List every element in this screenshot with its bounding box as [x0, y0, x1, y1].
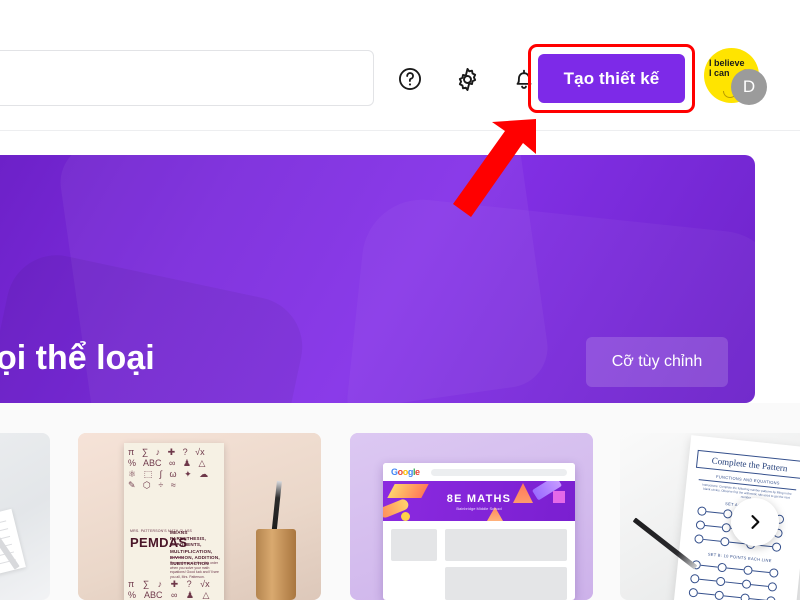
template-card[interactable]	[0, 433, 50, 600]
content-block	[445, 567, 567, 600]
next-arrow-button[interactable]	[731, 498, 779, 546]
pemdas-poster: π ∑ ♪ ✚ ? √x % ABC ∞ ♟ △ ⚛ ⬚ ∫ ω ✦ ☁ ✎ ⬡…	[124, 443, 224, 600]
template-card[interactable]: π ∑ ♪ ✚ ? √x % ABC ∞ ♟ △ ⚛ ⬚ ∫ ω ✦ ☁ ✎ ⬡…	[78, 433, 321, 600]
search-box[interactable]	[0, 50, 374, 106]
poster-doodles-bottom: π ∑ ♪ ✚ ? √x % ABC ∞ ♟ △ ⚛ ⬚ ∫ ω ✦ ☁ ✎ ⬡…	[128, 579, 210, 600]
poster-body: Remember and follow this order when you …	[170, 561, 219, 579]
search-input[interactable]	[0, 51, 373, 105]
poster-doodles: π ∑ ♪ ✚ ? √x % ABC ∞ ♟ △ ⚛ ⬚ ∫ ω ✦ ☁ ✎ ⬡…	[128, 447, 209, 490]
content-block	[445, 529, 567, 561]
google-logo: Google	[391, 467, 420, 477]
top-header: Tạo thiết kế I believe I can D	[0, 0, 800, 131]
pencil-cup-shape	[256, 529, 296, 600]
avatar[interactable]: I believe I can D	[704, 48, 767, 110]
template-card-row: π ∑ ♪ ✚ ? √x % ABC ∞ ♟ △ ⚛ ⬚ ∫ ω ✦ ☁ ✎ ⬡…	[0, 433, 800, 600]
canva-homepage: Tạo thiết kế I believe I can D ọi thể lo…	[0, 0, 800, 600]
content-block	[391, 529, 437, 561]
template-card[interactable]: Google 8E MATHS Bainbridge Middle School	[350, 433, 593, 600]
chevron-right-icon	[751, 515, 760, 529]
sticker-line-1: I believe	[709, 58, 745, 68]
browser-bar: Google	[383, 463, 575, 481]
hero-title: 8E MATHS	[446, 493, 512, 505]
header-icon-group	[393, 62, 541, 96]
create-design-button-highlighted: Tạo thiết kế	[528, 44, 695, 113]
url-bar	[431, 469, 567, 476]
logo-letter: G	[391, 467, 398, 477]
logo-letter: e	[415, 467, 420, 477]
gear-icon[interactable]	[450, 62, 484, 96]
banner-title: ọi thể loại	[0, 339, 155, 377]
custom-size-button[interactable]: Cỡ tùy chỉnh	[586, 337, 728, 387]
poster-divider	[170, 557, 184, 558]
create-design-button[interactable]: Tạo thiết kế	[538, 54, 685, 103]
category-banner: ọi thể loại Cỡ tùy chỉnh Sản phẩm in	[0, 155, 755, 403]
avatar-initial-badge[interactable]: D	[731, 69, 767, 105]
classroom-hero-banner: 8E MATHS Bainbridge Middle School	[383, 481, 575, 521]
help-icon[interactable]	[393, 62, 427, 96]
hero-subtitle: Bainbridge Middle School	[456, 506, 502, 511]
browser-mockup: Google 8E MATHS Bainbridge Middle School	[383, 463, 575, 600]
